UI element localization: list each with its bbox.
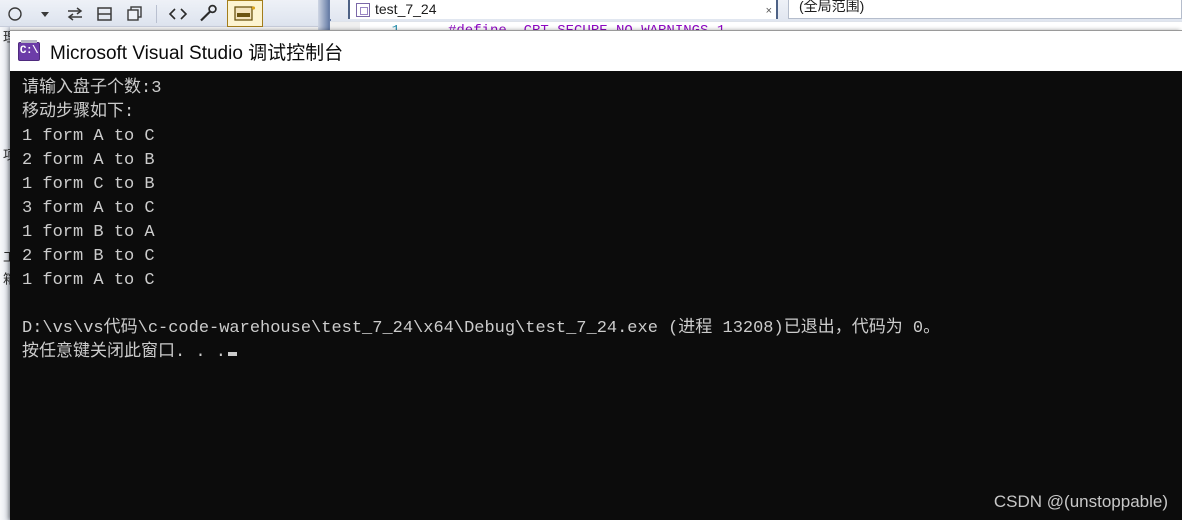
step-out-icon[interactable] (120, 1, 150, 27)
toolbar-separator (156, 4, 157, 23)
scope-label: (全局范围) (799, 0, 865, 14)
editor-tab-test-7-24[interactable]: test_7_24 × (348, 0, 778, 19)
console-prompt-text: 按任意键关闭此窗口. . . (22, 343, 227, 362)
wrench-icon[interactable] (193, 1, 223, 27)
editor-tab-label: test_7_24 (375, 1, 437, 17)
code-brackets-icon[interactable] (163, 1, 193, 27)
scope-dropdown[interactable]: (全局范围) (788, 0, 1182, 19)
console-output-area[interactable]: 请输入盘子个数:3 移动步骤如下: 1 form A to C 2 form A… (10, 71, 1182, 520)
console-line: 请输入盘子个数:3 (22, 79, 162, 98)
continue-icon[interactable] (0, 1, 30, 27)
console-line: 1 form A to C (22, 271, 155, 290)
screen-root: test_7_24 × (全局范围) 1 #define _CRT_SECURE… (0, 0, 1182, 520)
console-app-icon: C:\ (18, 39, 40, 61)
close-icon[interactable]: × (766, 5, 772, 17)
debug-console-window[interactable]: C:\ Microsoft Visual Studio 调试控制台 请输入盘子个… (10, 30, 1182, 520)
dropdown-arrow-icon[interactable] (30, 1, 60, 27)
console-line: 2 form B to C (22, 247, 155, 266)
toolbar-icon-group (0, 0, 263, 27)
console-exit-message: D:\vs\vs代码\c-code-warehouse\test_7_24\x6… (22, 319, 941, 338)
console-line: 移动步骤如下: (22, 103, 135, 122)
console-line: 1 form C to B (22, 175, 155, 194)
console-line: 2 form A to B (22, 151, 155, 170)
csdn-watermark: CSDN @(unstoppable) (993, 492, 1168, 511)
console-cursor (228, 352, 238, 356)
console-line: 1 form B to A (22, 223, 155, 242)
step-into-icon[interactable] (60, 1, 90, 27)
output-window-icon[interactable] (227, 0, 263, 27)
console-title-bar[interactable]: C:\ Microsoft Visual Studio 调试控制台 (10, 30, 1182, 71)
console-line: 1 form A to C (22, 127, 155, 146)
file-icon (356, 3, 370, 17)
step-over-icon[interactable] (90, 1, 120, 27)
console-title: Microsoft Visual Studio 调试控制台 (50, 42, 344, 64)
console-line: 3 form A to C (22, 199, 155, 218)
console-prompt-line: 按任意键关闭此窗口. . . (22, 341, 1182, 365)
